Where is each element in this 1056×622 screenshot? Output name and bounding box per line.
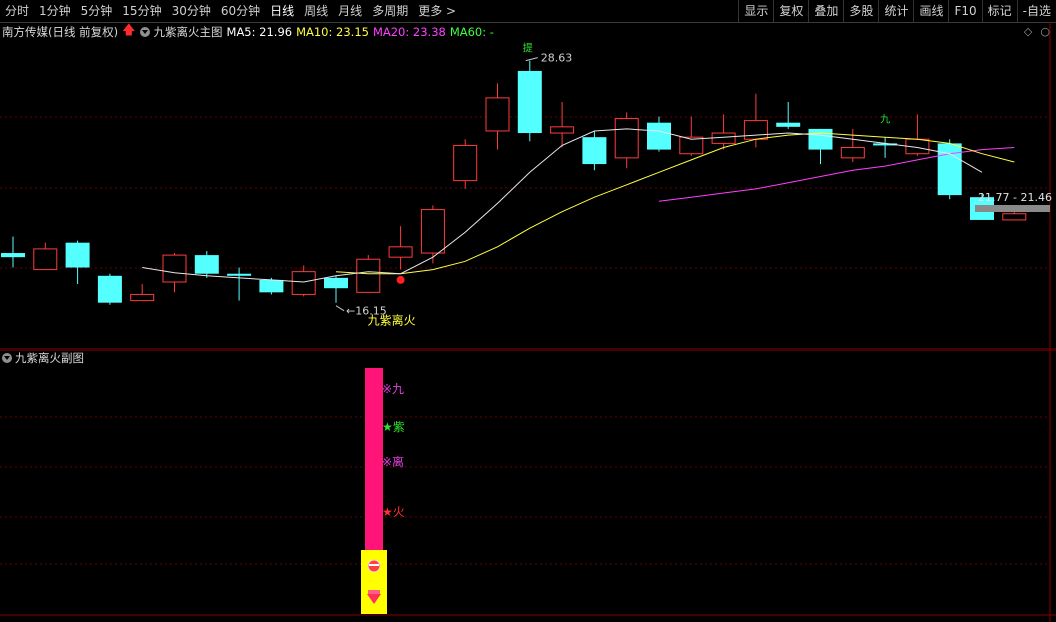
sub-label-0: ※九 <box>382 382 404 396</box>
period-tab-6[interactable]: 日线 <box>265 0 299 22</box>
range-bar <box>975 205 1050 212</box>
candle-body <box>388 246 413 258</box>
candle-body <box>33 248 58 271</box>
low-price-label: ←16.15 <box>346 305 387 318</box>
candle-body <box>420 209 445 254</box>
candle-body <box>162 254 187 283</box>
candle-body <box>97 275 122 303</box>
period-tab-10[interactable]: 更多 > <box>413 0 461 22</box>
sub-indicator-name[interactable]: 九紫离火副图 <box>15 350 84 366</box>
high-price-label: 28.63 <box>541 52 573 65</box>
ma60-label: MA60: - <box>449 25 494 39</box>
candle-body <box>711 132 736 144</box>
candle-body <box>1 253 25 258</box>
tool-button-4[interactable]: 统计 <box>878 0 913 22</box>
sub-indicator-chart[interactable]: ※九 ★紫 ※离 ★火 <box>0 350 1056 622</box>
tool-button-2[interactable]: 叠加 <box>808 0 843 22</box>
main-chart-header: 南方传媒(日线 前复权) 🡅 九紫离火主图 MA5: 21.96 MA10: 2… <box>2 23 498 40</box>
tool-button-3[interactable]: 多股 <box>843 0 878 22</box>
tool-button-0[interactable]: 显示 <box>738 0 773 22</box>
candle-body <box>1002 213 1027 221</box>
period-tab-4[interactable]: 30分钟 <box>167 0 216 22</box>
candle-body <box>194 255 219 274</box>
tool-button-6[interactable]: F10 <box>948 0 981 22</box>
sub-label-1: ★紫 <box>382 420 405 434</box>
tool-button-7[interactable]: 标记 <box>981 0 1017 22</box>
ma20-label: MA20: 23.38 <box>372 25 446 39</box>
ma5-label: MA5: 21.96 <box>226 25 293 39</box>
candle-body <box>485 97 510 132</box>
high-pointer <box>525 57 538 62</box>
candle-body <box>840 147 865 159</box>
period-tab-7[interactable]: 周线 <box>299 0 333 22</box>
gem-top <box>368 590 380 594</box>
period-tab-8[interactable]: 月线 <box>333 0 367 22</box>
period-tab-5[interactable]: 60分钟 <box>216 0 265 22</box>
top-marker: 提 <box>523 43 533 55</box>
red-up-arrow-icon: 🡅 <box>122 23 136 38</box>
candle-body <box>227 273 252 276</box>
period-tabs: 分时 1分钟 5分钟 15分钟 30分钟 60分钟 日线 周线 月线 多周期 更多 > <box>0 0 461 22</box>
indicator-menu-icon[interactable] <box>139 27 150 37</box>
sub-chart-header: 九紫离火副图 <box>2 350 84 366</box>
candle-body <box>937 143 962 196</box>
jiu-marker: 九 <box>880 114 890 126</box>
candle-body <box>356 258 381 293</box>
low-pointer <box>335 305 345 312</box>
sub-label-2: ※离 <box>382 454 404 469</box>
candle-body <box>453 144 478 182</box>
candle-body <box>808 128 833 150</box>
main-kline-chart[interactable]: 九紫离火28.63提←16.15九21.77 - 21.46 <box>0 22 1056 350</box>
period-toolbar: 分时 1分钟 5分钟 15分钟 30分钟 60分钟 日线 周线 月线 多周期 更多 > 显示 复权 叠加… <box>0 0 1056 23</box>
candle-body <box>291 271 316 295</box>
indicator-name[interactable]: 九紫离火主图 <box>154 24 223 40</box>
period-tab-3[interactable]: 15分钟 <box>117 0 166 22</box>
diamond-icon[interactable]: ◇ <box>1024 25 1032 38</box>
ball-highlight <box>369 564 379 566</box>
tool-button-5[interactable]: 画线 <box>913 0 948 22</box>
candle-body <box>550 126 575 134</box>
candle-body <box>647 122 671 150</box>
candle-body <box>614 118 639 159</box>
chart-corner-icons: ◇ ○ <box>1024 25 1050 38</box>
tool-buttons: 显示 复权 叠加 多股 统计 画线 F10 标记 -自选 <box>738 0 1056 22</box>
period-tab-1[interactable]: 1分钟 <box>34 0 76 22</box>
stock-title[interactable]: 南方传媒(日线 前复权) <box>2 24 118 40</box>
range-label: 21.77 - 21.46 <box>978 191 1052 204</box>
candle-body <box>582 137 607 165</box>
signal-bar <box>365 368 383 550</box>
candle-body <box>130 293 155 302</box>
period-tab-0[interactable]: 分时 <box>0 0 34 22</box>
candle-body <box>65 242 90 268</box>
tool-button-1[interactable]: 复权 <box>773 0 808 22</box>
candle-body <box>517 70 542 134</box>
circle-icon[interactable]: ○ <box>1040 25 1050 38</box>
signal-dot <box>396 275 405 284</box>
sub-indicator-menu-icon[interactable] <box>2 353 12 363</box>
candle-body <box>324 277 348 289</box>
ma10-label: MA10: 23.15 <box>296 25 369 39</box>
period-tab-9[interactable]: 多周期 <box>367 0 413 22</box>
sub-label-3: ★火 <box>382 505 405 519</box>
candle-body <box>259 279 284 293</box>
tool-button-8[interactable]: -自选 <box>1016 0 1056 22</box>
candle-body <box>776 122 801 127</box>
candle-body <box>743 120 768 140</box>
period-tab-2[interactable]: 5分钟 <box>76 0 118 22</box>
